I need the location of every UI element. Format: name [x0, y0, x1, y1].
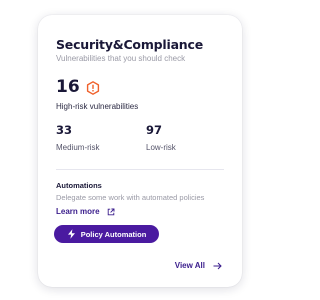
- bolt-icon: [67, 229, 76, 239]
- high-risk-label: High-risk vulnerabilities: [56, 102, 139, 111]
- card-subtitle: Vulnerabilities that you should check: [56, 54, 186, 63]
- medium-risk-count: 33: [56, 123, 73, 137]
- low-risk-label: Low-risk: [146, 142, 176, 152]
- policy-automation-label: Policy Automation: [80, 229, 147, 239]
- alert-hexagon-icon: [86, 80, 100, 95]
- low-risk-count: 97: [146, 123, 163, 137]
- high-risk-count-row: 16: [56, 79, 100, 96]
- medium-risk-label: Medium-risk: [56, 142, 100, 152]
- automations-description: Delegate some work with automated polici…: [56, 193, 205, 202]
- medium-risk-stat: 33 Medium-risk: [56, 123, 100, 152]
- learn-more-label: Learn more: [56, 207, 100, 216]
- view-all-label: View All: [174, 261, 205, 270]
- high-risk-count: 16: [56, 77, 80, 97]
- card-title: Security&Compliance: [56, 37, 203, 52]
- divider: [56, 169, 224, 170]
- external-link-icon: [107, 208, 115, 216]
- view-all-link[interactable]: View All: [175, 261, 222, 270]
- security-compliance-card: Security&Compliance Vulnerabilities that…: [38, 15, 242, 287]
- learn-more-link[interactable]: Learn more: [56, 207, 115, 216]
- automations-title: Automations: [56, 181, 102, 190]
- low-risk-stat: 97 Low-risk: [146, 123, 176, 152]
- policy-automation-button[interactable]: Policy Automation: [54, 225, 159, 243]
- arrow-right-icon: [213, 262, 222, 270]
